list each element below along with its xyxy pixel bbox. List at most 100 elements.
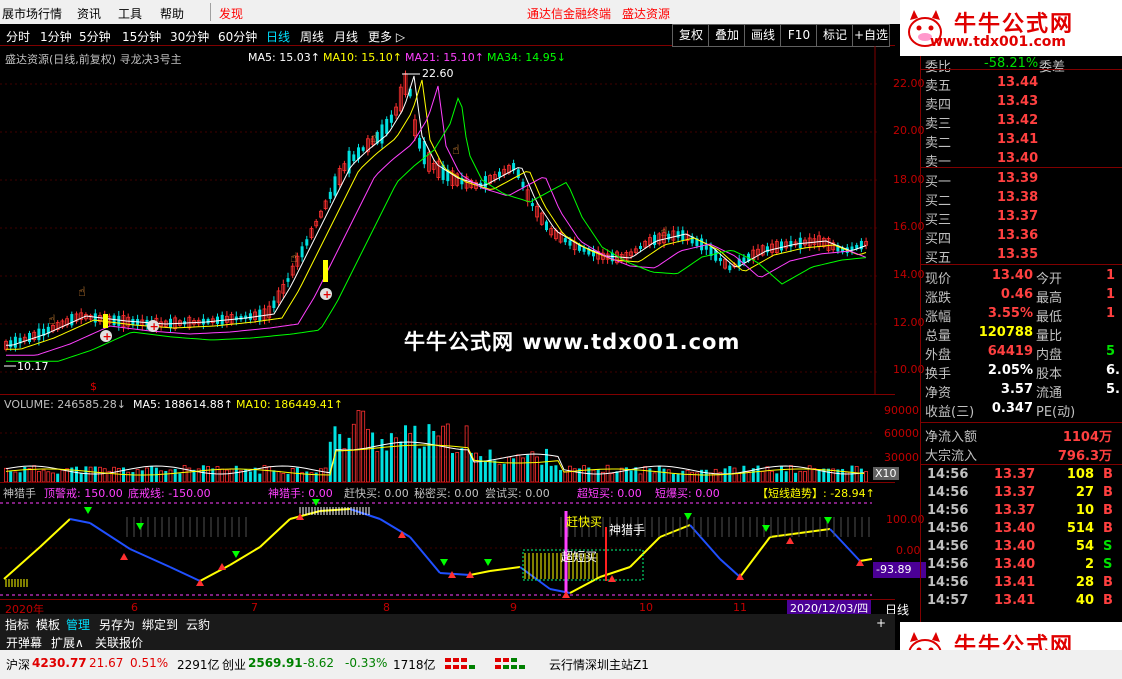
volume-bar <box>295 467 299 482</box>
stat-label: PE(动) <box>1036 405 1076 420</box>
volume-bar <box>854 465 859 482</box>
annotation-chaoduanmai: 超短买 <box>561 550 598 564</box>
candle-body <box>422 140 426 165</box>
indicator-line <box>629 536 661 568</box>
menu-discover[interactable]: 发现 <box>219 5 243 22</box>
tab-manage[interactable]: 管理 <box>66 616 90 633</box>
annotation-gankuaimai: 赶快买 <box>566 515 603 529</box>
volume-bar <box>615 471 619 482</box>
stat-value: 64419 <box>987 344 1033 359</box>
candle-body <box>639 245 642 249</box>
volume-bar <box>516 454 521 482</box>
volume-bar <box>102 468 107 482</box>
bid-level-price: 13.35 <box>997 247 1039 262</box>
link-terminal[interactable]: 通达信金融终端 <box>527 5 611 22</box>
volume-bar <box>460 448 464 482</box>
volume-bar <box>305 471 309 482</box>
server-name[interactable]: 云行情深圳主站Z1 <box>549 656 649 673</box>
volume-bar <box>131 472 135 482</box>
button-add-watchlist[interactable]: +自选 <box>852 24 890 47</box>
candle-body <box>112 315 116 326</box>
candle-body <box>530 203 534 207</box>
volume-bar <box>695 472 699 482</box>
period-15min[interactable]: 15分钟 <box>122 28 161 45</box>
volume-bar <box>648 468 652 482</box>
button-overlay[interactable]: 叠加 <box>708 24 746 47</box>
stat-value: 3.55% <box>987 306 1033 321</box>
stat-label: 外盘 <box>925 348 952 363</box>
volume-bar <box>563 471 568 482</box>
volume-bar <box>371 432 375 482</box>
volume-bar <box>859 468 863 482</box>
period-more[interactable]: 更多 ▷ <box>368 28 405 45</box>
tab-template[interactable]: 模板 <box>36 616 60 633</box>
index2-name[interactable]: 创业 <box>222 656 246 673</box>
annotation-shenlieshou: 神猎手 <box>609 523 646 537</box>
period-daily[interactable]: 日线 <box>266 28 290 45</box>
candle-body <box>28 332 31 343</box>
stat-label: 流通 <box>1036 386 1063 401</box>
brand-watermark-top: 牛牛公式网 www.tdx001.com <box>900 0 1122 56</box>
index1-name[interactable]: 沪深 <box>6 656 30 673</box>
link-stock[interactable]: 盛达资源 <box>622 5 670 22</box>
volume-bar <box>385 450 389 482</box>
volume-bar <box>13 471 18 482</box>
tab-yunbao[interactable]: 云豹 <box>186 616 210 633</box>
hand-signal-icon: ☝ <box>660 225 668 240</box>
tick-price: 13.41 <box>994 575 1036 590</box>
button-mark[interactable]: 标记 <box>816 24 854 47</box>
date-label: 9 <box>510 601 517 614</box>
candle-body <box>676 231 680 238</box>
stat-value: 1 <box>1106 268 1116 283</box>
menu-news[interactable]: 资讯 <box>77 5 101 22</box>
related-quote-tab[interactable]: 关联报价 <box>95 634 143 651</box>
button-f10[interactable]: F10 <box>780 24 818 47</box>
add-tab-icon[interactable]: + <box>876 616 886 630</box>
volume-bar <box>709 472 713 482</box>
danmu-toggle[interactable]: 开弹幕 <box>6 634 42 651</box>
hand-signal-icon: ☝ <box>290 251 298 266</box>
stat-label: 最高 <box>1036 291 1063 306</box>
tab-save-as[interactable]: 另存为 <box>99 616 135 633</box>
hand-signal-icon: ☝ <box>78 285 86 300</box>
period-monthly[interactable]: 月线 <box>334 28 358 45</box>
volume-bar <box>60 469 65 482</box>
expand-toggle[interactable]: 扩展∧ <box>51 634 84 651</box>
period-tick[interactable]: 分时 <box>6 28 30 45</box>
volume-bar <box>258 473 262 482</box>
volume-bar <box>365 428 370 482</box>
index1-value: 4230.77 <box>32 656 87 670</box>
period-30min[interactable]: 30分钟 <box>170 28 209 45</box>
index2-percent: -0.33% <box>345 656 388 670</box>
indicator-chart[interactable] <box>0 497 872 599</box>
menu-market[interactable]: 展市场行情 <box>2 5 62 22</box>
ma5-line <box>6 75 867 346</box>
volume-bar <box>404 425 407 482</box>
button-adjust[interactable]: 复权 <box>672 24 710 47</box>
volume-bar <box>27 468 32 482</box>
volume-bar <box>671 473 675 482</box>
menu-help[interactable]: 帮助 <box>160 5 184 22</box>
menu-tools[interactable]: 工具 <box>118 5 142 22</box>
candle-body <box>545 221 548 231</box>
signal-bar <box>323 260 328 282</box>
period-1min[interactable]: 1分钟 <box>40 28 72 45</box>
tick-price: 13.37 <box>994 485 1036 500</box>
ask-level-price: 13.42 <box>997 113 1039 128</box>
volume-bar <box>591 469 596 482</box>
volume-bar <box>272 470 276 482</box>
period-5min[interactable]: 5分钟 <box>79 28 111 45</box>
tab-bind[interactable]: 绑定到 <box>142 616 178 633</box>
indicator-line <box>39 518 71 548</box>
tab-indicator[interactable]: 指标 <box>5 616 29 633</box>
button-draw[interactable]: 画线 <box>744 24 782 47</box>
volume-bar <box>765 466 770 482</box>
period-weekly[interactable]: 周线 <box>300 28 324 45</box>
volume-bar <box>178 473 182 482</box>
current-date-badge: 2020/12/03/四 <box>787 600 872 615</box>
volume-bars[interactable] <box>0 410 872 482</box>
period-60min[interactable]: 60分钟 <box>218 28 257 45</box>
candle-body <box>239 316 243 320</box>
tick-volume: 27 <box>1075 485 1094 500</box>
index1-change: 21.67 <box>89 656 124 670</box>
